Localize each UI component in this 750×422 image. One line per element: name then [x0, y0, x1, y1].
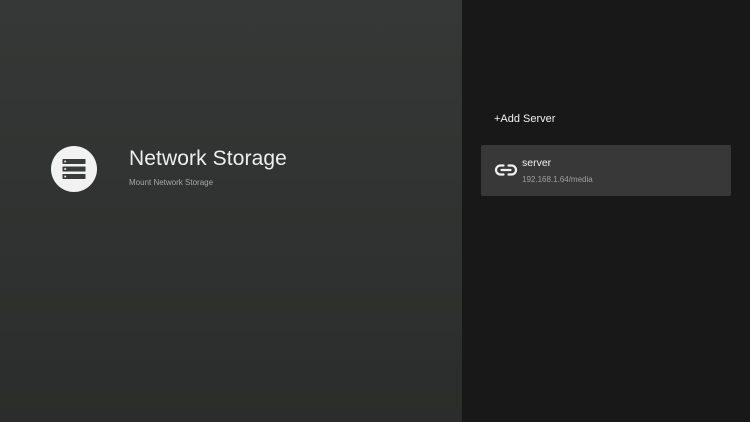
server-list-item[interactable]: server 192.168.1.64/media: [481, 145, 731, 196]
guidance-panel: Network Storage Mount Network Storage: [0, 0, 462, 422]
server-name: server: [522, 157, 552, 169]
actions-panel: [462, 0, 750, 422]
add-server-button[interactable]: +Add Server: [494, 113, 555, 125]
server-storage-icon: [51, 146, 97, 192]
page-subtitle: Mount Network Storage: [129, 178, 214, 187]
server-path: 192.168.1.64/media: [522, 175, 593, 184]
link-icon: [494, 163, 518, 177]
page-title: Network Storage: [129, 147, 287, 170]
